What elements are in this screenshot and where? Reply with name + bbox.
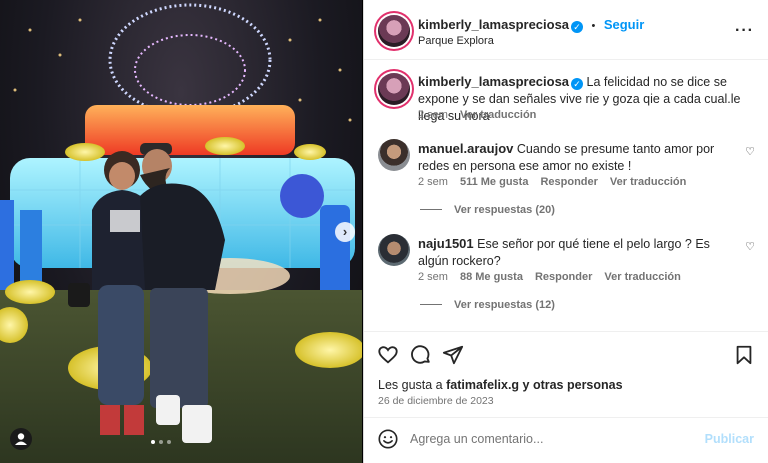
post-header: kimberly_lamaspreciosa ✓ • Seguir Parque … — [364, 0, 768, 60]
caption-avatar[interactable] — [378, 73, 410, 105]
view-replies-label: Ver respuestas (12) — [454, 299, 555, 311]
like-comment-heart-icon[interactable]: ♡ — [744, 241, 756, 253]
lantern-festival-photo — [0, 3, 362, 463]
carousel-dot — [151, 440, 155, 444]
comment-avatar[interactable] — [378, 234, 410, 266]
post-date[interactable]: 26 de diciembre de 2023 — [378, 395, 494, 407]
carousel-dots — [151, 440, 171, 444]
caption-time[interactable]: 2 sem — [418, 109, 448, 121]
share-paper-plane-icon[interactable] — [442, 344, 464, 366]
post-photo: › — [0, 0, 362, 463]
comment-meta: 2 sem 88 Me gusta Responder Ver traducción — [418, 271, 693, 283]
carousel-dot — [159, 440, 163, 444]
like-comment-heart-icon[interactable]: ♡ — [744, 146, 756, 158]
add-comment-bar: Publicar — [364, 417, 768, 463]
replies-dash — [420, 304, 442, 305]
tagged-users-button[interactable] — [10, 428, 32, 450]
post-details-panel: kimberly_lamaspreciosa ✓ • Seguir Parque … — [363, 0, 768, 463]
author-username[interactable]: kimberly_lamaspreciosa — [418, 17, 569, 32]
like-heart-icon[interactable] — [377, 344, 399, 366]
comment-like-count[interactable]: 88 Me gusta — [460, 271, 523, 283]
comment-like-count[interactable]: 511 Me gusta — [460, 176, 528, 188]
reply-link[interactable]: Responder — [535, 271, 592, 283]
translate-link[interactable]: Ver traducción — [604, 271, 680, 283]
comment-username[interactable]: naju1501 — [418, 236, 474, 251]
carousel-next-button[interactable]: › — [335, 222, 355, 242]
translate-link[interactable]: Ver traducción — [610, 176, 686, 188]
save-bookmark-icon[interactable] — [733, 344, 755, 366]
comment-avatar[interactable] — [378, 139, 410, 171]
separator-dot: • — [591, 20, 596, 32]
post-actions: Les gusta a fatimafelix.g y otras person… — [364, 331, 768, 423]
replies-dash — [420, 209, 442, 210]
emoji-icon[interactable] — [377, 428, 399, 450]
follow-button[interactable]: Seguir — [604, 17, 644, 32]
comment-meta: 2 sem 511 Me gusta Responder Ver traducción — [418, 176, 698, 188]
verified-badge-icon: ✓ — [571, 21, 584, 33]
caption-translate-link[interactable]: Ver traducción — [460, 109, 536, 121]
comment-text: naju1501 Ese señor por qué tiene el pelo… — [418, 235, 733, 270]
author-avatar[interactable] — [378, 15, 410, 47]
likes-summary[interactable]: Les gusta a fatimafelix.g y otras person… — [378, 377, 623, 394]
reply-link[interactable]: Responder — [540, 176, 597, 188]
comment-bubble-icon[interactable] — [410, 344, 432, 366]
comment-time[interactable]: 2 sem — [418, 176, 448, 188]
publish-button[interactable]: Publicar — [705, 432, 754, 446]
post-modal: › kimberly_lamaspreciosa ✓ • Seguir Parqu… — [0, 0, 768, 463]
post-location[interactable]: Parque Explora — [418, 35, 494, 47]
view-replies-label: Ver respuestas (20) — [454, 204, 555, 216]
view-replies-link[interactable]: Ver respuestas (20) — [420, 204, 555, 216]
view-replies-link[interactable]: Ver respuestas (12) — [420, 299, 555, 311]
person-icon — [15, 433, 27, 445]
likes-prefix: Les gusta a — [378, 378, 447, 392]
carousel-dot — [167, 440, 171, 444]
comment-username[interactable]: manuel.araujov — [418, 141, 513, 156]
comment-time[interactable]: 2 sem — [418, 271, 448, 283]
caption-username[interactable]: kimberly_lamaspreciosa — [418, 74, 569, 89]
caption-meta: 2 sem Ver traducción — [418, 109, 548, 121]
likes-suffix: y otras personas — [519, 378, 623, 392]
more-options-icon[interactable]: ··· — [735, 22, 754, 40]
verified-badge-icon: ✓ — [571, 78, 584, 90]
comment-text: manuel.araujov Cuando se presume tanto a… — [418, 140, 733, 175]
comment-input[interactable] — [410, 430, 690, 448]
likes-user[interactable]: fatimafelix.g — [446, 378, 519, 392]
